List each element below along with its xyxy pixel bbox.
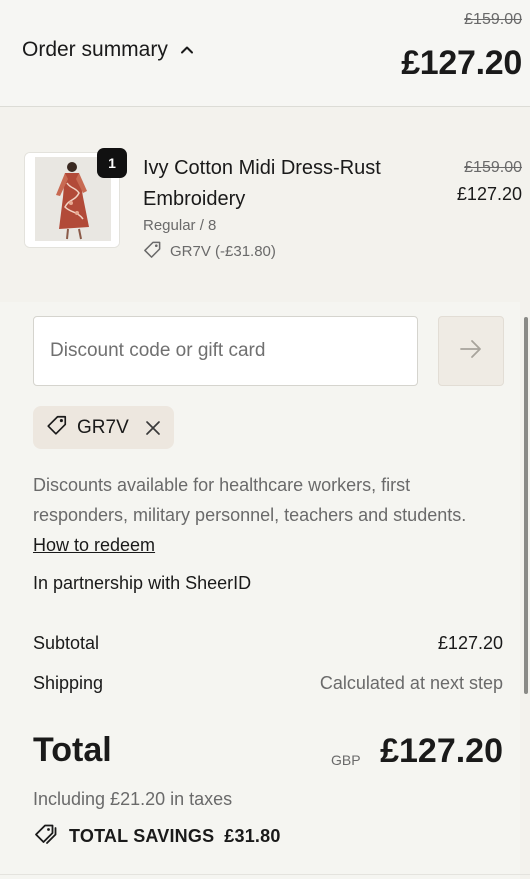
discount-code-input[interactable]: [33, 316, 418, 386]
product-variant: Regular / 8: [143, 217, 217, 234]
discount-note: Discounts available for healthcare worke…: [33, 470, 473, 560]
quantity-badge: 1: [97, 148, 127, 178]
tag-icon: [46, 414, 68, 442]
item-price: £127.20: [456, 184, 522, 204]
item-discount-text: GR7V (-£31.80): [170, 243, 276, 260]
product-name: Ivy Cotton Midi Dress-Rust Embroidery: [143, 157, 381, 210]
divider: [0, 874, 530, 875]
partner-text: In partnership with SheerID: [33, 573, 252, 593]
item-original-price: £159.00: [464, 159, 522, 176]
savings-label: TOTAL SAVINGS: [69, 826, 215, 846]
subtotal-label: Subtotal: [33, 633, 100, 653]
currency-code: GBP: [331, 752, 361, 768]
order-summary-toggle[interactable]: Order summary: [22, 38, 194, 62]
arrow-right-icon: [458, 338, 484, 365]
total-savings: TOTAL SAVINGS £31.80: [33, 823, 281, 850]
tag-icon: [143, 240, 162, 263]
savings-value: £31.80: [224, 826, 281, 846]
applied-discount-chip: GR7V: [33, 406, 174, 449]
taxes-text: Including £21.20 in taxes: [33, 789, 233, 809]
subtotal-value: £127.20: [437, 633, 503, 653]
header-original-total: £159.00: [464, 11, 522, 28]
total-value: £127.20: [380, 732, 503, 770]
header-total: £127.20: [401, 44, 522, 82]
chevron-up-icon: [180, 43, 194, 57]
applied-discount-code: GR7V: [77, 416, 129, 438]
shipping-value: Calculated at next step: [319, 673, 503, 693]
order-summary-header: Order summary £159.00 £127.20: [0, 0, 530, 107]
order-summary-label: Order summary: [22, 38, 168, 61]
tags-icon: [33, 823, 59, 850]
total-label: Total: [33, 731, 112, 769]
line-item: 1 Ivy Cotton Midi Dress-Rust Embroidery …: [0, 107, 530, 302]
item-discount: GR7V (-£31.80): [143, 240, 276, 263]
discount-note-text: Discounts available for healthcare worke…: [33, 475, 467, 525]
how-to-redeem-link[interactable]: How to redeem: [33, 535, 155, 555]
apply-discount-button[interactable]: [438, 316, 504, 386]
close-icon[interactable]: [144, 419, 162, 437]
shipping-label: Shipping: [33, 673, 104, 693]
scrollbar[interactable]: [524, 317, 528, 694]
